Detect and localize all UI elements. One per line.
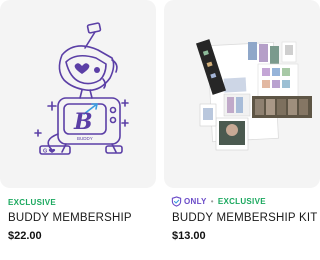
product-price: $13.00	[172, 230, 206, 242]
membership-kit-photo-icon	[195, 39, 312, 151]
exclusive-badge: EXCLUSIVE	[217, 197, 266, 206]
only-label: ONLY	[184, 197, 207, 206]
product-grid: B BUDDY G EXCLUSIVE BUDDY MEMBERSHIP $22…	[0, 0, 320, 260]
exclusive-badge: EXCLUSIVE	[8, 198, 57, 207]
product-image[interactable]	[164, 0, 320, 188]
badge-separator: •	[210, 197, 214, 206]
product-image[interactable]: B BUDDY G	[0, 0, 156, 188]
product-card-buddy-membership[interactable]: B BUDDY G EXCLUSIVE BUDDY MEMBERSHIP $22…	[0, 0, 156, 260]
buddy-robot-tv-icon: B BUDDY G	[34, 22, 129, 155]
svg-text:G: G	[43, 149, 47, 155]
product-title[interactable]: BUDDY MEMBERSHIP KIT	[172, 212, 317, 224]
product-price: $22.00	[8, 230, 42, 242]
svg-text:B: B	[73, 109, 93, 135]
product-title[interactable]: BUDDY MEMBERSHIP	[8, 212, 132, 224]
product-card-buddy-membership-kit[interactable]: ONLY • EXCLUSIVE BUDDY MEMBERSHIP KIT $1…	[164, 0, 320, 260]
svg-text:BUDDY: BUDDY	[77, 136, 93, 141]
shield-check-icon	[171, 196, 182, 207]
weverse-only-badge: ONLY • EXCLUSIVE	[171, 196, 266, 207]
